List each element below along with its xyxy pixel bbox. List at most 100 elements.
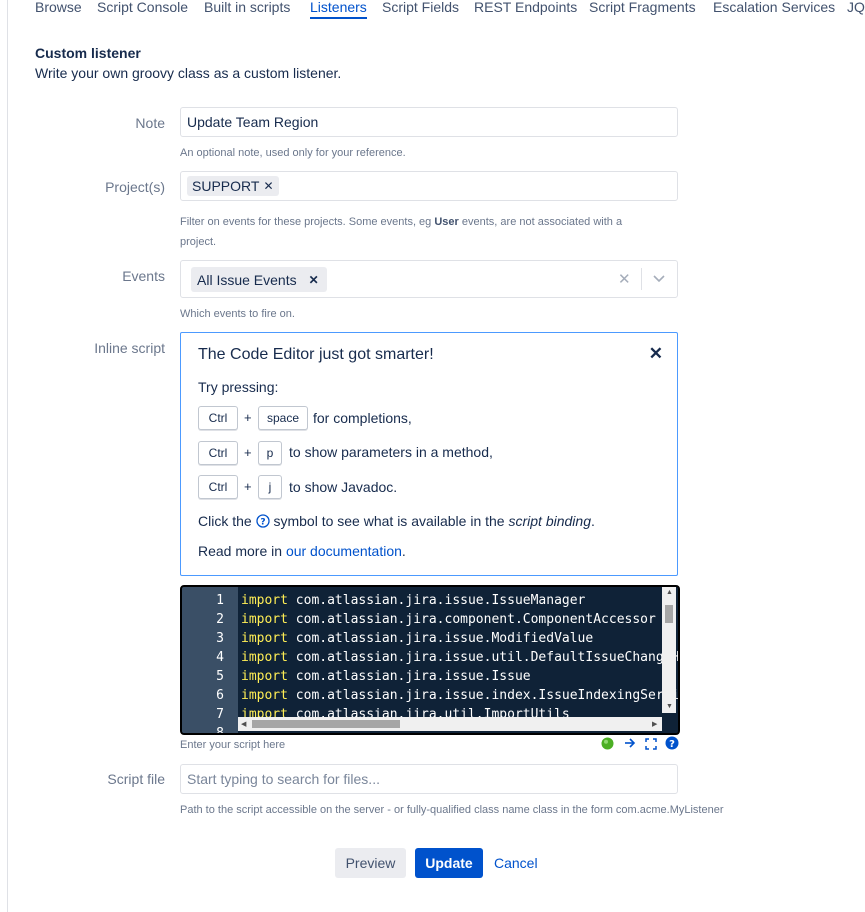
script-file-input[interactable] bbox=[180, 764, 678, 794]
page-left-border bbox=[7, 0, 8, 912]
kbd-p: p bbox=[258, 441, 282, 465]
shortcut-description: to show Javadoc. bbox=[289, 479, 397, 495]
tab-listeners[interactable]: Listeners bbox=[310, 0, 367, 16]
scroll-up-arrow[interactable]: ▲ bbox=[666, 589, 673, 596]
x-icon[interactable]: ✕ bbox=[309, 273, 319, 287]
read-more-end: . bbox=[402, 543, 406, 559]
tab-built-in-scripts[interactable]: Built in scripts bbox=[204, 0, 290, 16]
plus-sign: + bbox=[244, 479, 252, 494]
tips-try-text: Try pressing: bbox=[198, 379, 278, 395]
code-keyword: import bbox=[241, 650, 288, 665]
project-tag-label: SUPPORT bbox=[192, 178, 259, 194]
tab-jql[interactable]: JQL bbox=[847, 0, 865, 16]
code-keyword: import bbox=[241, 669, 288, 684]
svg-text:?: ? bbox=[669, 739, 675, 750]
fullscreen-icon[interactable] bbox=[645, 737, 657, 755]
code-text: com.atlassian.jira.issue.IssueManager bbox=[288, 593, 585, 608]
page-description: Write your own groovy class as a custom … bbox=[35, 65, 341, 81]
code-text: com.atlassian.jira.issue.util.DefaultIss… bbox=[288, 650, 680, 665]
preview-button[interactable]: Preview bbox=[335, 848, 406, 878]
close-icon[interactable]: ✕ bbox=[649, 344, 663, 364]
events-help: Which events to fire on. bbox=[180, 304, 295, 324]
arrow-right-icon[interactable] bbox=[623, 736, 636, 755]
code-text: com.atlassian.jira.issue.ModifiedValue bbox=[288, 631, 593, 646]
code-line: import com.atlassian.jira.issue.IssueMan… bbox=[241, 593, 585, 608]
read-more-text: Read more in our documentation. bbox=[198, 543, 406, 559]
projects-help-bold: User bbox=[434, 216, 458, 228]
binding-text-emphasis: script binding bbox=[508, 513, 591, 529]
clear-x-icon[interactable]: ✕ bbox=[618, 270, 631, 288]
scroll-right-arrow[interactable]: ▶ bbox=[652, 720, 657, 728]
projects-help-text: Filter on events for these projects. Som… bbox=[180, 216, 431, 228]
kbd-ctrl: Ctrl bbox=[198, 441, 238, 465]
cancel-button[interactable]: Cancel bbox=[489, 848, 541, 878]
tab-script-fragments[interactable]: Script Fragments bbox=[589, 0, 696, 16]
line-number: 4 bbox=[182, 650, 224, 665]
documentation-link[interactable]: our documentation bbox=[286, 543, 402, 559]
vertical-scrollbar[interactable]: ▲ ▼ bbox=[662, 587, 676, 713]
event-tag: All Issue Events ✕ bbox=[191, 267, 327, 292]
read-more-label: Read more in bbox=[198, 543, 282, 559]
code-keyword: import bbox=[241, 631, 288, 646]
events-label: Events bbox=[122, 268, 165, 284]
editor-help: Enter your script here bbox=[180, 739, 285, 751]
code-line: import com.atlassian.jira.issue.Issue bbox=[241, 669, 531, 684]
shortcut-description: to show parameters in a method, bbox=[289, 444, 493, 460]
projects-help: Filter on events for these projects. Som… bbox=[180, 212, 660, 252]
scroll-left-arrow[interactable]: ◀ bbox=[241, 720, 246, 728]
note-label: Note bbox=[135, 115, 165, 131]
x-icon[interactable]: ✕ bbox=[263, 179, 273, 193]
line-number: 6 bbox=[182, 688, 224, 703]
tips-title: The Code Editor just got smarter! bbox=[198, 346, 434, 364]
code-editor[interactable]: 1 import com.atlassian.jira.issue.IssueMa… bbox=[180, 585, 680, 735]
plus-sign: + bbox=[244, 445, 252, 460]
tab-escalation-services[interactable]: Escalation Services bbox=[713, 0, 835, 16]
tab-browse[interactable]: Browse bbox=[35, 0, 82, 16]
code-keyword: import bbox=[241, 612, 288, 627]
vertical-scroll-thumb[interactable] bbox=[665, 605, 673, 623]
chevron-down-icon[interactable] bbox=[653, 274, 665, 284]
code-line: import com.atlassian.jira.issue.index.Is… bbox=[241, 688, 680, 703]
plus-sign: + bbox=[244, 410, 252, 425]
script-file-help: Path to the script accessible on the ser… bbox=[180, 800, 724, 820]
tab-script-fields[interactable]: Script Fields bbox=[382, 0, 459, 16]
note-help: An optional note, used only for your ref… bbox=[180, 143, 406, 163]
events-select[interactable]: All Issue Events ✕ ✕ bbox=[180, 260, 678, 298]
line-number: 1 bbox=[182, 593, 224, 608]
line-number: 5 bbox=[182, 669, 224, 684]
code-keyword: import bbox=[241, 688, 288, 703]
project-tag: SUPPORT ✕ bbox=[187, 176, 279, 196]
kbd-j: j bbox=[258, 475, 282, 499]
note-input[interactable] bbox=[180, 107, 678, 137]
code-editor-tips-panel: The Code Editor just got smarter! ✕ Try … bbox=[180, 332, 678, 576]
line-number: 8 bbox=[182, 726, 224, 735]
horizontal-scroll-thumb[interactable] bbox=[252, 720, 400, 728]
inline-script-label: Inline script bbox=[94, 340, 165, 356]
binding-text: Click the ? symbol to see what is availa… bbox=[198, 513, 595, 529]
code-text: com.atlassian.jira.issue.Issue bbox=[288, 669, 531, 684]
update-button[interactable]: Update bbox=[415, 848, 483, 878]
scroll-down-arrow[interactable]: ▼ bbox=[666, 703, 673, 710]
projects-help-text-3: project. bbox=[180, 236, 216, 248]
tab-script-console[interactable]: Script Console bbox=[97, 0, 188, 16]
line-number: 3 bbox=[182, 631, 224, 646]
projects-label: Project(s) bbox=[105, 179, 165, 195]
page-title: Custom listener bbox=[35, 45, 141, 61]
question-circle-icon[interactable]: ? bbox=[256, 514, 270, 528]
code-line: import com.atlassian.jira.issue.util.Def… bbox=[241, 650, 680, 665]
kbd-ctrl: Ctrl bbox=[198, 475, 238, 499]
select-divider bbox=[641, 268, 642, 290]
line-number: 2 bbox=[182, 612, 224, 627]
tab-bar: Browse Script Console Built in scripts L… bbox=[0, 0, 865, 22]
code-text: com.atlassian.jira.component.ComponentAc… bbox=[288, 612, 656, 627]
line-number: 7 bbox=[182, 707, 224, 722]
tab-rest-endpoints[interactable]: REST Endpoints bbox=[474, 0, 577, 16]
projects-select[interactable]: SUPPORT ✕ bbox=[180, 171, 678, 201]
code-line: import com.atlassian.jira.component.Comp… bbox=[241, 612, 656, 627]
horizontal-scrollbar[interactable]: ◀ ▶ bbox=[238, 717, 662, 731]
code-text: com.atlassian.jira.issue.index.IssueInde… bbox=[288, 688, 680, 703]
help-circle-icon[interactable]: ? bbox=[665, 736, 679, 755]
green-dot-icon bbox=[601, 737, 614, 755]
binding-text-start: Click the bbox=[198, 513, 252, 529]
binding-text-end: . bbox=[591, 513, 595, 529]
